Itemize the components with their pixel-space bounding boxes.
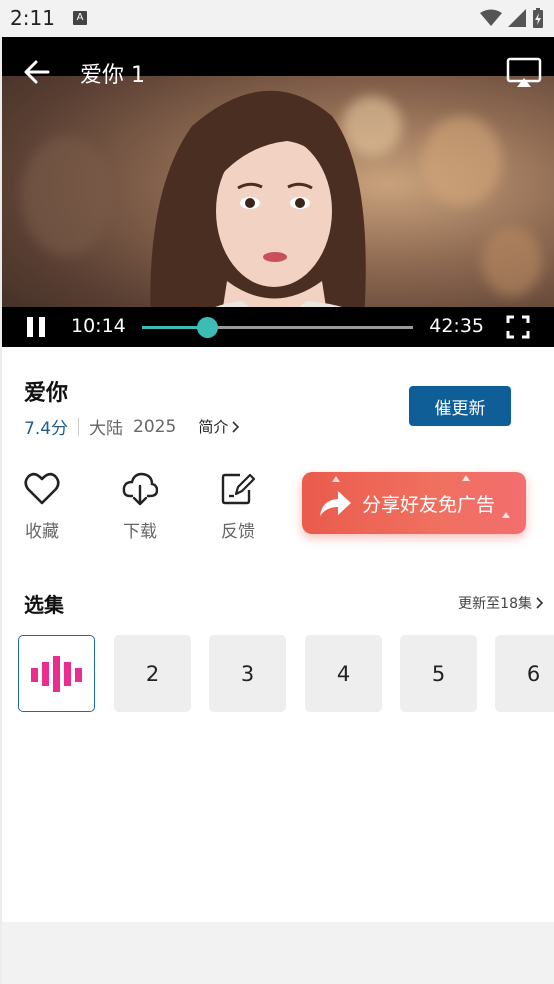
feedback-label: 反馈 [221, 522, 255, 542]
meta-divider [78, 417, 80, 436]
back-button[interactable] [22, 57, 52, 87]
playback-controls: 10:14 42:35 [2, 307, 554, 347]
wifi-icon [480, 9, 502, 26]
video-player[interactable]: 爱你 1 10:14 42:35 [2, 37, 554, 347]
episode-3[interactable]: 3 [209, 635, 286, 712]
total-time: 42:35 [429, 315, 484, 337]
favorite-button[interactable]: 收藏 [12, 472, 72, 542]
show-title: 爱你 [24, 381, 69, 406]
feedback-icon [221, 473, 256, 505]
sparkle [332, 476, 340, 482]
progress-thumb[interactable] [196, 317, 218, 338]
episode-6[interactable]: 6 [495, 635, 554, 712]
episode-2[interactable]: 2 [114, 635, 191, 712]
intro-link[interactable]: 简介 [198, 416, 240, 437]
cast-icon[interactable] [506, 57, 542, 89]
battery-icon [533, 8, 543, 28]
region: 大陆 [89, 419, 124, 439]
intro-label: 简介 [198, 418, 229, 436]
episodes-update-link[interactable]: 更新至18集 [458, 593, 544, 613]
show-meta: 7.4分 大陆 2025 简介 [24, 414, 240, 439]
episode-4[interactable]: 4 [305, 635, 382, 712]
sparkle [502, 512, 510, 518]
chevron-right-icon [232, 420, 240, 433]
download-icon [122, 472, 159, 506]
year: 2025 [133, 416, 177, 437]
feedback-button[interactable]: 反馈 [208, 472, 268, 542]
heart-icon [24, 472, 60, 505]
fullscreen-icon[interactable] [506, 315, 530, 339]
bottom-area [2, 922, 554, 984]
video-subject [150, 90, 402, 346]
arrow-left-icon [24, 60, 50, 84]
progress-track[interactable] [142, 317, 413, 338]
episode-list: 2 3 4 5 6 [18, 635, 554, 713]
episode-1-playing[interactable] [18, 635, 95, 712]
pause-icon[interactable] [24, 315, 48, 339]
current-time: 10:14 [71, 315, 126, 337]
signal-icon [508, 9, 526, 27]
download-button[interactable]: 下载 [110, 472, 170, 542]
status-time: 2:11 [10, 6, 55, 30]
favorite-label: 收藏 [25, 522, 59, 542]
share-arrow-icon [320, 491, 351, 516]
episodes-title: 选集 [24, 593, 64, 617]
playing-equalizer-icon [30, 655, 82, 692]
notification-icon: A [73, 11, 87, 25]
rating: 7.4分 [24, 419, 69, 439]
episode-5[interactable]: 5 [400, 635, 477, 712]
sparkle [462, 475, 470, 481]
share-banner[interactable]: 分享好友免广告 [302, 472, 526, 534]
chevron-right-icon [536, 597, 544, 609]
episodes-update-status: 更新至18集 [458, 596, 532, 612]
share-label: 分享好友免广告 [362, 493, 496, 516]
status-icons [480, 8, 544, 28]
download-label: 下载 [123, 522, 157, 542]
video-title: 爱你 1 [80, 63, 145, 88]
urge-update-button[interactable]: 催更新 [409, 386, 511, 426]
status-bar: 2:11 A [0, 0, 554, 37]
video-frame[interactable] [2, 76, 554, 346]
